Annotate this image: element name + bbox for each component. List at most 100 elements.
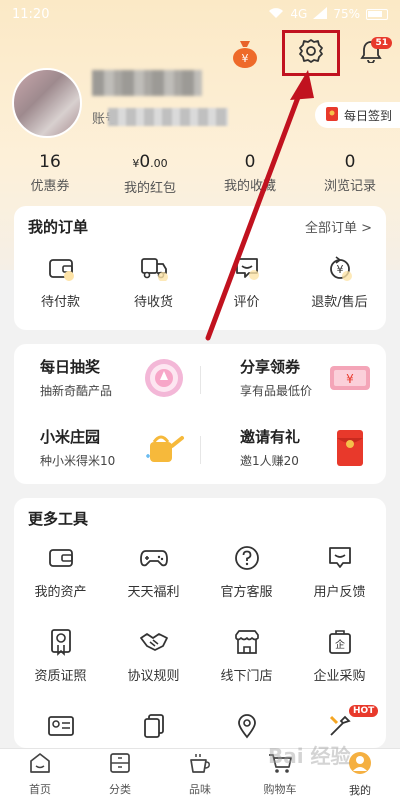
tool-label: 天天福利: [127, 585, 180, 600]
truck-icon: [139, 253, 169, 283]
refund-icon: ¥: [325, 253, 355, 283]
account-id-blurred: [108, 108, 228, 126]
order-refund[interactable]: ¥ 退款/售后: [293, 253, 386, 310]
enterprise-icon: 企: [325, 627, 355, 657]
stat-value: ¥0.00: [132, 152, 168, 172]
coupon-ticket-icon: ¥: [328, 356, 372, 400]
tool-label: 协议规则: [127, 669, 180, 684]
tool-label: 官方客服: [220, 585, 273, 600]
stat-history[interactable]: 0 浏览记录: [300, 152, 400, 196]
order-review[interactable]: 评价: [200, 253, 293, 310]
promo-card: 每日抽奖 抽新奇酷产品 分享领券 享有品最低价 ¥ 小米庄园 种小米得米10 邀…: [14, 344, 386, 484]
order-item-label: 待收货: [133, 295, 173, 310]
tool-agreements[interactable]: 协议规则: [107, 627, 200, 711]
nickname-blurred: [92, 70, 202, 96]
red-envelope-icon: [328, 426, 372, 470]
tab-label: 分类: [109, 783, 131, 796]
tab-label: 首页: [29, 783, 51, 796]
tools-icon: [325, 711, 355, 741]
status-time: 11:20: [12, 6, 50, 22]
stat-value: 16: [39, 152, 61, 172]
watermark: Bai 经验: [268, 744, 351, 768]
order-item-label: 待付款: [40, 295, 80, 310]
home-icon: [28, 752, 52, 778]
category-icon: [108, 752, 132, 778]
help-icon: [232, 543, 262, 573]
stats-row: 16 优惠券 ¥0.00 我的红包 0 我的收藏 0 浏览记录: [0, 152, 400, 196]
id-card-icon: [46, 711, 76, 741]
battery-icon: [366, 8, 388, 20]
signal-label: 4G: [290, 7, 308, 21]
order-item-label: 评价: [233, 295, 260, 310]
svg-text:企: 企: [335, 638, 345, 651]
stat-value: 0: [344, 152, 356, 172]
tool-feedback[interactable]: 用户反馈: [293, 543, 386, 627]
certificate-icon: [46, 627, 76, 657]
tool-label: 我的资产: [34, 585, 87, 600]
stat-label: 我的红包: [123, 181, 176, 196]
stat-label: 我的收藏: [223, 179, 276, 194]
tool-certificates[interactable]: 资质证照: [14, 627, 107, 711]
promo-share-coupon[interactable]: 分享领券 享有品最低价 ¥: [200, 344, 386, 414]
daily-signin-button[interactable]: 每日签到: [314, 102, 400, 128]
stat-favorites[interactable]: 0 我的收藏: [200, 152, 300, 196]
money-bag-icon[interactable]: ¥: [230, 37, 260, 69]
signin-label: 每日签到: [343, 108, 392, 123]
tab-taste[interactable]: 品味: [160, 749, 240, 800]
cup-icon: [188, 752, 212, 778]
stat-label: 浏览记录: [323, 179, 376, 194]
hot-badge: HOT: [349, 705, 379, 717]
orders-title: 我的订单: [28, 218, 89, 236]
comment-icon: [232, 253, 262, 283]
order-item-label: 退款/售后: [311, 295, 368, 310]
orders-card: 我的订单 全部订单 > 待付款 待收货 评价 ¥ 退款/售后: [14, 206, 386, 330]
stat-value: 0: [244, 152, 256, 172]
wallet-icon: [46, 543, 76, 573]
wallet-icon: [46, 253, 76, 283]
location-pin-icon: [232, 711, 262, 741]
gear-icon: [298, 38, 324, 68]
profile-section: 账号 每日签到: [12, 68, 400, 148]
notification-badge: 51: [371, 37, 392, 49]
stat-label: 优惠券: [30, 179, 70, 194]
handshake-icon: [139, 627, 169, 657]
tool-my-assets[interactable]: 我的资产: [14, 543, 107, 627]
gamepad-icon: [139, 543, 169, 573]
wifi-icon: [268, 7, 284, 22]
store-icon: [232, 627, 262, 657]
tools-card: 更多工具 我的资产 天天福利 官方客服 用户反馈 资质证照 协议规则 线下门店 …: [14, 498, 386, 748]
status-bar: 11:20 4G 75%: [0, 0, 400, 28]
avatar[interactable]: [12, 68, 82, 138]
tool-customer-service[interactable]: 官方客服: [200, 543, 293, 627]
notification-button[interactable]: 51: [356, 37, 392, 69]
stat-coupons[interactable]: 16 优惠券: [0, 152, 100, 196]
tool-enterprise-purchase[interactable]: 企 企业采购: [293, 627, 386, 711]
battery-percent: 75%: [333, 7, 360, 21]
tool-offline-stores[interactable]: 线下门店: [200, 627, 293, 711]
tab-label: 购物车: [263, 783, 297, 796]
order-pending-payment[interactable]: 待付款: [14, 253, 107, 310]
promo-invite[interactable]: 邀请有礼 邀1人赚20: [200, 414, 386, 484]
promo-mi-farm[interactable]: 小米庄园 种小米得米10: [14, 414, 200, 484]
profile-icon: [348, 751, 372, 779]
red-envelope-icon: [325, 106, 339, 125]
tab-category[interactable]: 分类: [80, 749, 160, 800]
tool-label: 用户反馈: [313, 585, 366, 600]
watering-can-icon: [142, 426, 186, 470]
tab-home[interactable]: 首页: [0, 749, 80, 800]
order-pending-receipt[interactable]: 待收货: [107, 253, 200, 310]
tools-title: 更多工具: [28, 510, 89, 528]
all-orders-link[interactable]: 全部订单 >: [305, 217, 372, 236]
tab-label: 品味: [189, 783, 211, 796]
svg-text:¥: ¥: [346, 372, 354, 386]
tool-label: 企业采购: [313, 669, 366, 684]
stat-red-packet[interactable]: ¥0.00 我的红包: [100, 152, 200, 196]
signal-icon: [313, 6, 328, 22]
tool-daily-welfare[interactable]: 天天福利: [107, 543, 200, 627]
svg-text:¥: ¥: [242, 52, 249, 65]
tool-label: 线下门店: [220, 669, 273, 684]
tool-label: 资质证照: [34, 669, 87, 684]
feedback-icon: [325, 543, 355, 573]
copy-icon: [139, 711, 169, 741]
promo-daily-lottery[interactable]: 每日抽奖 抽新奇酷产品: [14, 344, 200, 414]
